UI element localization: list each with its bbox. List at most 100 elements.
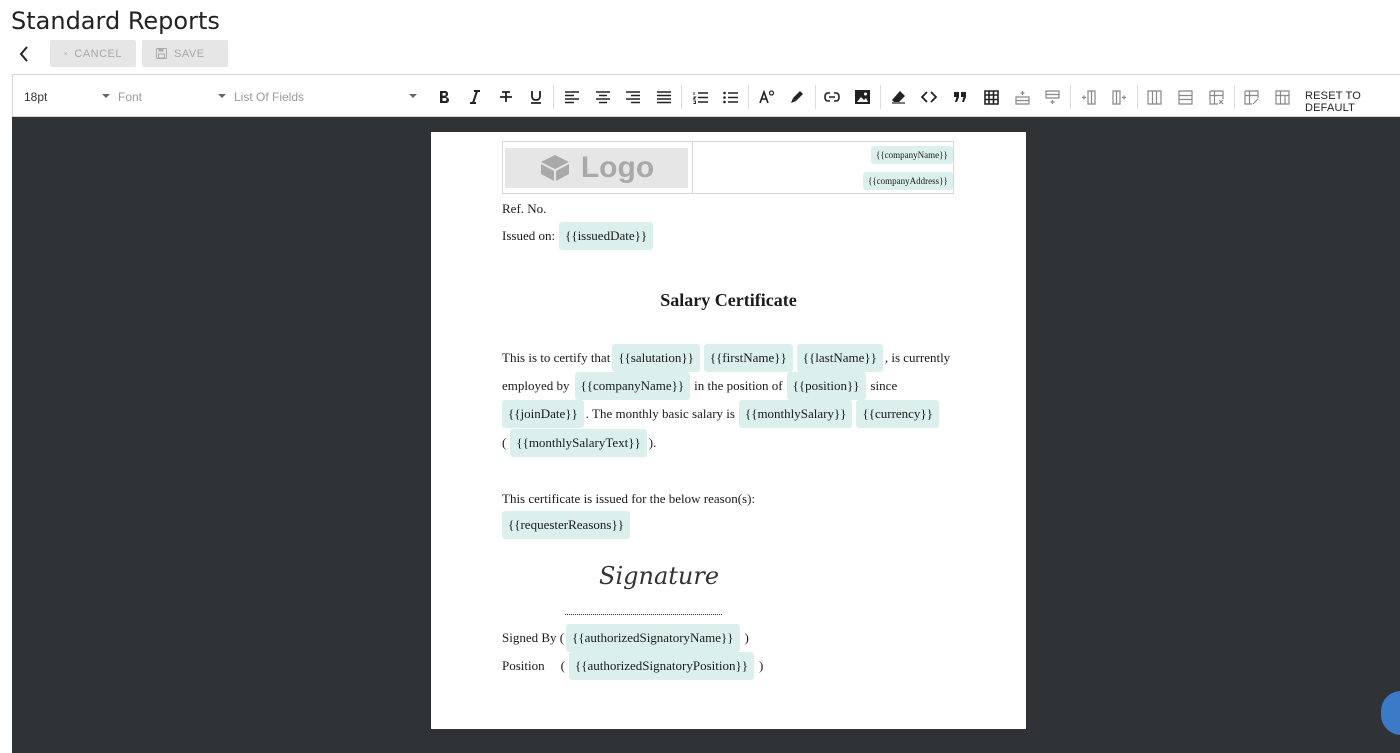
signature-line [565, 614, 722, 615]
join-date-field[interactable]: {{joinDate}} [502, 400, 584, 428]
reason-label: This certificate is issued for the below… [502, 491, 756, 506]
row-insert-above-icon[interactable] [1011, 86, 1033, 108]
authorized-signatory-position-field[interactable]: {{authorizedSignatoryPosition}} [568, 652, 754, 680]
align-right-icon[interactable] [622, 86, 644, 108]
paren-close: ) [744, 630, 749, 645]
body-text: since [870, 378, 898, 393]
signed-by-label: Signed By ( [502, 630, 565, 645]
currency-field[interactable]: {{currency}} [856, 400, 939, 428]
table-delete-icon[interactable] [1205, 86, 1227, 108]
table-insert-icon[interactable] [980, 86, 1002, 108]
logo-placeholder: Logo [505, 148, 688, 188]
toolbar-divider [815, 85, 816, 109]
document-title: Salary Certificate [660, 290, 797, 310]
first-name-field[interactable]: {{firstName}} [703, 344, 793, 372]
monthly-salary-field[interactable]: {{monthlySalary}} [738, 400, 853, 428]
ref-no-line: Ref. No. [502, 201, 546, 217]
issued-on-label: Issued on: [502, 228, 556, 243]
body-text: employed by [502, 378, 570, 393]
document-page[interactable]: Logo {{companyName}} {{companyAddress}} … [431, 132, 1026, 729]
logo-text: Logo [580, 151, 655, 184]
col-delete-icon[interactable] [1143, 86, 1165, 108]
box-icon [540, 155, 569, 181]
body-text: ). [648, 435, 657, 450]
requester-reasons-field[interactable]: {{requesterReasons}} [502, 511, 630, 539]
paren-close: ) [758, 658, 764, 673]
signature-image: Signature [599, 562, 720, 590]
cancel-label: CANCEL [74, 47, 122, 60]
table-divider [692, 142, 693, 194]
editor-toolbar: 18pt Font List Of Fields RESET TO DEFAUL… [12, 74, 1400, 117]
issued-date-field[interactable]: {{issuedDate}} [559, 222, 654, 250]
issued-on-line: Issued on: {{issuedDate}} [502, 222, 655, 250]
reason-line: This certificate is issued for the below… [502, 491, 755, 507]
close-icon [64, 52, 68, 55]
col-insert-left-icon[interactable] [1077, 86, 1099, 108]
link-icon[interactable] [821, 86, 843, 108]
bold-icon[interactable] [433, 86, 455, 108]
row-delete-icon[interactable] [1174, 86, 1196, 108]
image-icon[interactable] [851, 86, 873, 108]
toolbar-divider [748, 85, 749, 109]
toolbar-divider [1234, 85, 1235, 109]
align-left-icon[interactable] [561, 86, 583, 108]
table-settings-icon[interactable] [1271, 86, 1293, 108]
toolbar-divider [1137, 85, 1138, 109]
body-text: , is currently [884, 350, 951, 365]
fields-placeholder: List Of Fields [234, 90, 305, 104]
save-button[interactable]: SAVE [142, 40, 228, 67]
highlight-icon[interactable] [786, 86, 808, 108]
font-size-select[interactable]: 18pt [24, 89, 110, 105]
last-name-field[interactable]: {{lastName}} [796, 344, 883, 372]
font-family-select[interactable]: Font [118, 89, 226, 105]
company-name-field[interactable]: {{companyName}} [574, 372, 691, 400]
page-title: Standard Reports [11, 7, 220, 35]
header-table: Logo {{companyName}} {{companyAddress}} [502, 141, 954, 194]
quote-icon[interactable] [949, 86, 971, 108]
underline-icon[interactable] [525, 86, 547, 108]
chevron-down-icon [218, 94, 226, 98]
body-line-3: {{joinDate}} . The monthly basic salary … [500, 400, 941, 428]
floppy-disk-icon [156, 48, 167, 59]
eraser-icon[interactable] [887, 86, 909, 108]
monthly-salary-text-field[interactable]: {{monthlySalaryText}} [510, 429, 647, 457]
company-address-field[interactable]: {{companyAddress}} [863, 172, 953, 190]
body-text: . The monthly basic salary is [585, 406, 735, 421]
position-line: Position ( {{authorizedSignatoryPosition… [502, 652, 763, 680]
row-insert-below-icon[interactable] [1041, 86, 1063, 108]
toolbar-divider [880, 85, 881, 109]
salutation-field[interactable]: {{salutation}} [612, 344, 700, 372]
save-label: SAVE [174, 47, 205, 60]
chevron-left-icon [19, 46, 28, 62]
body-line-1: This is to certify that {{salutation}} {… [502, 344, 950, 372]
code-icon[interactable] [918, 86, 940, 108]
col-insert-right-icon[interactable] [1108, 86, 1130, 108]
position-field[interactable]: {{position}} [786, 372, 866, 400]
reset-to-default-button[interactable]: RESET TO DEFAULT [1305, 90, 1400, 114]
ref-no-label: Ref. No. [502, 201, 547, 216]
list-of-fields-select[interactable]: List Of Fields [234, 89, 417, 105]
position-label: Position [502, 658, 545, 673]
company-name-field[interactable]: {{companyName}} [871, 146, 953, 164]
toolbar-divider [553, 85, 554, 109]
back-button[interactable] [14, 43, 34, 65]
body-line-4: ( {{monthlySalaryText}} ). [502, 429, 656, 457]
authorized-signatory-name-field[interactable]: {{authorizedSignatoryName}} [566, 624, 740, 652]
text-color-icon[interactable] [756, 86, 778, 108]
paren-open: ( [560, 658, 565, 673]
chevron-down-icon [409, 94, 417, 98]
editor-canvas: Logo {{companyName}} {{companyAddress}} … [12, 117, 1400, 753]
cell-edit-icon[interactable] [1240, 86, 1262, 108]
bullet-list-icon[interactable] [719, 86, 741, 108]
cancel-button[interactable]: CANCEL [50, 40, 136, 67]
font-size-value: 18pt [24, 90, 48, 104]
signed-by-line: Signed By ( {{authorizedSignatoryName}} … [502, 624, 749, 652]
strikethrough-icon[interactable] [495, 86, 517, 108]
toolbar-divider [681, 85, 682, 109]
ordered-list-icon[interactable] [689, 86, 711, 108]
chevron-down-icon [102, 94, 110, 98]
italic-icon[interactable] [464, 86, 486, 108]
align-justify-icon[interactable] [653, 86, 675, 108]
body-text: ( [502, 435, 507, 450]
align-center-icon[interactable] [592, 86, 614, 108]
